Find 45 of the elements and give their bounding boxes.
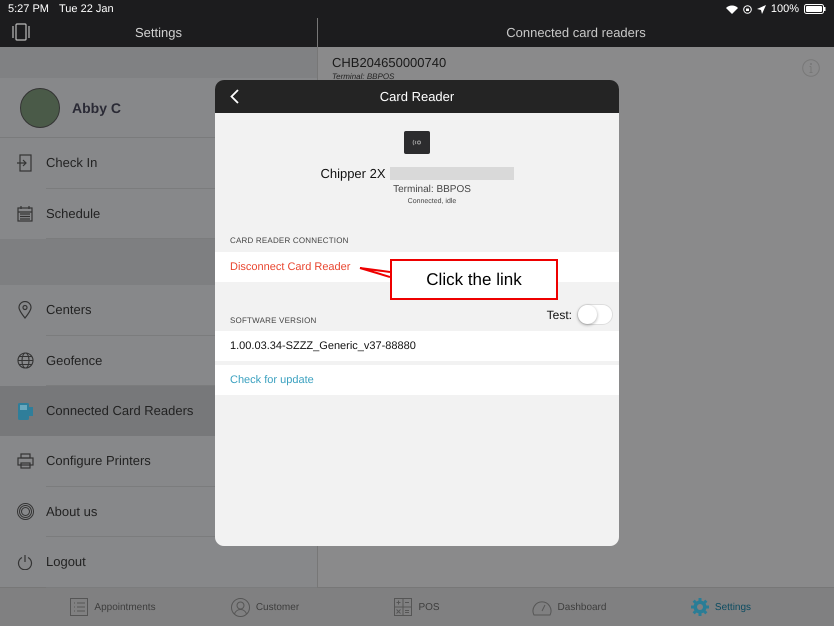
device-name: Chipper 2X <box>320 166 386 181</box>
avatar <box>20 88 60 128</box>
status-date: Tue 22 Jan <box>58 3 114 15</box>
version-text: 1.00.03.34-SZZZ_Generic_v37-88880 <box>230 340 416 352</box>
calendar-icon <box>17 206 33 222</box>
tab-item[interactable]: POS <box>341 588 493 626</box>
back-chevron-icon[interactable] <box>230 89 239 104</box>
settings-icon <box>690 598 709 616</box>
person-icon <box>230 598 250 616</box>
card-reader-device-icon <box>404 131 430 154</box>
battery-icon <box>804 4 826 14</box>
nav-title: Connected card readers <box>506 25 646 40</box>
tab-item[interactable]: Appointments <box>37 588 189 626</box>
list-icon <box>70 598 88 616</box>
nav-title: Settings <box>135 24 182 40</box>
device-terminal: Terminal: BBPOS <box>393 184 471 195</box>
tab-item[interactable]: Customer <box>189 588 341 626</box>
modal-title: Card Reader <box>380 89 454 104</box>
location-pin-icon <box>18 301 32 320</box>
lock-rotation-icon <box>742 4 752 14</box>
section-header: SOFTWARE VERSION <box>229 316 318 325</box>
disconnect-link[interactable]: Disconnect Card Reader <box>230 261 350 273</box>
calculator-icon <box>394 598 412 616</box>
reader-terminal: Terminal: BBPOS <box>332 72 396 81</box>
sign-in-icon <box>17 154 33 172</box>
update-link[interactable]: Check for update <box>230 374 314 386</box>
power-icon <box>17 554 33 570</box>
location-arrow-icon <box>756 4 766 14</box>
globe-icon <box>16 352 34 370</box>
tab-item[interactable]: Dashboard <box>493 588 645 626</box>
card-reader-icon <box>18 402 32 420</box>
test-toggle[interactable] <box>577 304 613 325</box>
reader-id[interactable]: CHB204650000740 <box>332 55 802 70</box>
gauge-icon <box>532 598 552 616</box>
section-header: CARD READER CONNECTION <box>229 236 350 245</box>
status-time: 5:27 PM <box>8 3 49 15</box>
user-name: Abby C <box>72 100 121 116</box>
printer-icon <box>16 453 34 470</box>
battery-percent: 100% <box>770 3 799 15</box>
callout-tooltip: Click the link <box>390 259 558 300</box>
toggle-label: Test: <box>546 308 572 322</box>
wifi-icon <box>726 4 738 14</box>
tab-item[interactable]: Settings <box>645 588 797 626</box>
concentric-circles-icon <box>16 503 34 520</box>
split-view-icon[interactable] <box>12 23 30 41</box>
